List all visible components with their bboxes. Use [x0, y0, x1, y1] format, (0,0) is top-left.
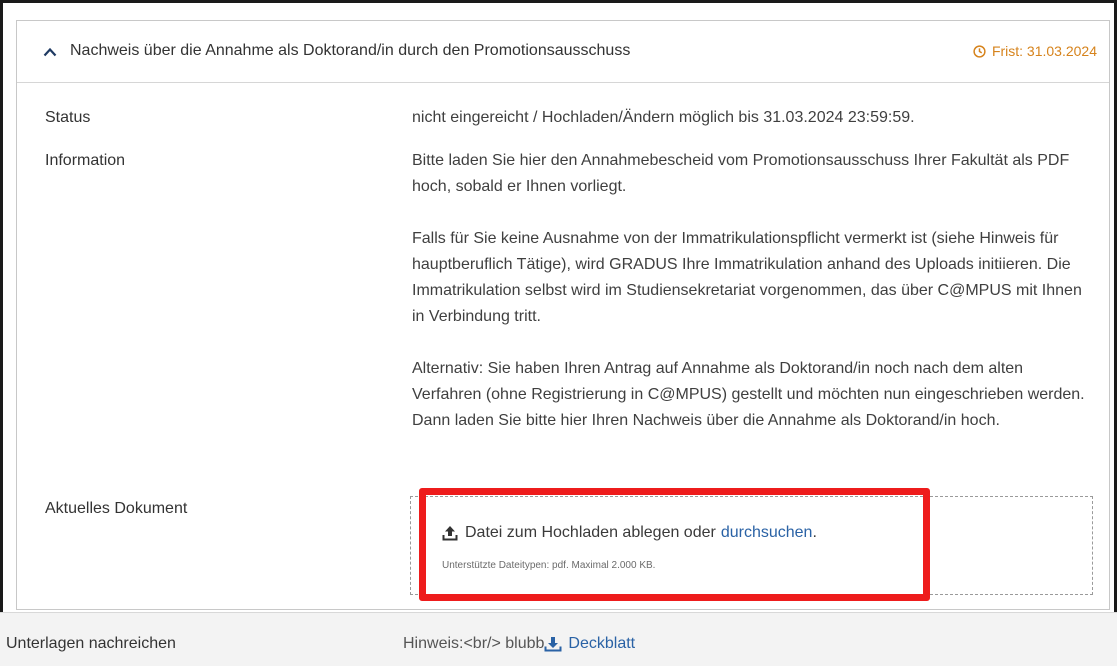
- info-paragraph: Bitte laden Sie hier den Annahmebescheid…: [412, 152, 1070, 195]
- deadline-text: Frist: 31.03.2024: [991, 43, 1097, 59]
- info-paragraph: Alternativ: Sie haben Ihren Antrag auf A…: [412, 360, 1085, 429]
- submit-later-row: Unterlagen nachreichen Hinweis:<br/> blu…: [0, 612, 1117, 666]
- deadline-badge: Frist: 31.03.2024: [973, 43, 1097, 59]
- submit-later-value: Hinweis:<br/> blubb Deckblatt: [403, 635, 635, 653]
- download-icon[interactable]: [544, 636, 562, 652]
- panel-header[interactable]: Nachweis über die Annahme als Doktorand/…: [17, 21, 1109, 83]
- submit-later-label: Unterlagen nachreichen: [6, 635, 176, 652]
- info-paragraph: Falls für Sie keine Ausnahme von der Imm…: [412, 230, 1082, 325]
- status-label: Status: [45, 109, 91, 126]
- cover-sheet-link[interactable]: Deckblatt: [568, 635, 635, 653]
- highlight-annotation: [419, 488, 930, 601]
- information-text: Bitte laden Sie hier den Annahmebescheid…: [412, 148, 1092, 460]
- chevron-up-icon[interactable]: [43, 47, 57, 57]
- status-value: nicht eingereicht / Hochladen/Ändern mög…: [412, 109, 915, 126]
- clock-icon: [973, 44, 986, 58]
- submit-later-hint: Hinweis:<br/> blubb: [403, 635, 545, 652]
- panel-title: Nachweis über die Annahme als Doktorand/…: [70, 42, 631, 59]
- current-document-label: Aktuelles Dokument: [45, 500, 188, 517]
- information-label: Information: [45, 152, 126, 169]
